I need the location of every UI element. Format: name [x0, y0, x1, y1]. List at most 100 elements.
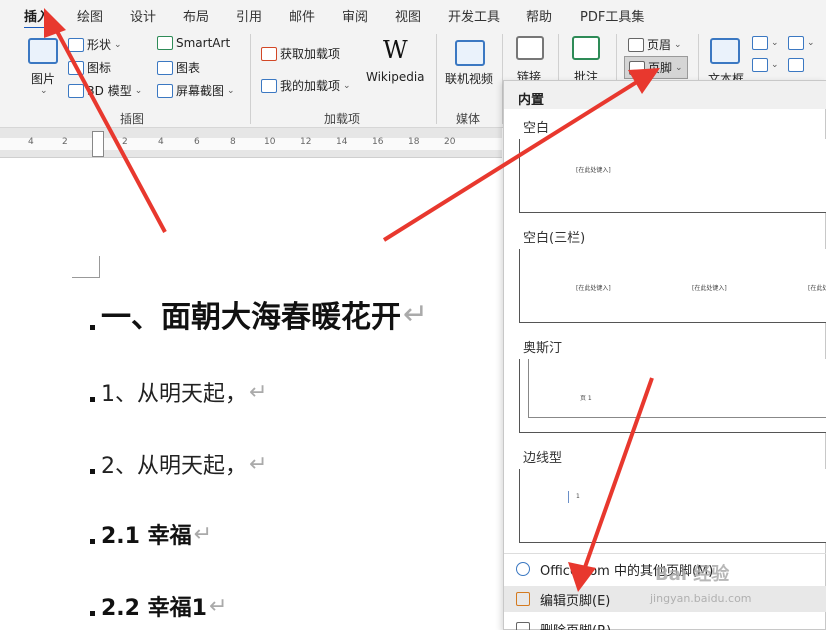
gallery-section-title: 内置	[518, 93, 545, 108]
ruler-number: 4	[158, 137, 164, 147]
chevron-down-icon: ⌄	[771, 60, 779, 70]
shapes-button[interactable]: 形状 ⌄	[68, 36, 122, 53]
tab-review[interactable]: 审阅	[342, 6, 368, 25]
footer-gallery-dropdown: 内置 空白 [在此处键入] 空白(三栏) [在此处键入] [在此处键入] [在此…	[503, 80, 826, 630]
shapes-label: 形状	[87, 38, 112, 52]
chevron-down-icon: ⌄	[807, 38, 815, 48]
ribbon-divider	[436, 34, 437, 124]
tab-mailings[interactable]: 邮件	[289, 6, 315, 25]
screenshot-label: 屏幕截图	[176, 84, 225, 98]
baidu-watermark: Bai 经验	[655, 564, 730, 585]
gallery-divider	[504, 553, 826, 554]
link-icon	[516, 36, 544, 60]
sideline-bar	[568, 491, 569, 503]
my-addins-label: 我的加载项	[280, 79, 341, 93]
horizontal-ruler[interactable]: 4 2 2 4 6 8 10 12 14 16 18 20	[0, 128, 502, 158]
heading-2-1[interactable]: 2.1 幸福 ↵	[90, 518, 212, 550]
tab-developer[interactable]: 开发工具	[448, 6, 500, 25]
icons-label: 图标	[87, 61, 112, 75]
tab-layout[interactable]: 布局	[183, 6, 209, 25]
ruler-number: 4	[28, 137, 34, 147]
group-label-illustrations: 插图	[120, 112, 145, 126]
picture-icon	[28, 38, 58, 64]
edit-footer-label: 编辑页脚(E)	[540, 593, 611, 609]
return-mark-icon: ↵	[249, 451, 268, 477]
online-video-label: 联机视频	[445, 72, 494, 86]
style-label-blank: 空白	[523, 121, 550, 136]
tab-references[interactable]: 引用	[236, 6, 262, 25]
heading-2-2[interactable]: 2.2 幸福1 ↵	[90, 590, 227, 622]
return-mark-icon: ↵	[403, 296, 429, 332]
chevron-down-icon: ⌄	[674, 39, 682, 50]
paragraph-2-text: 2、从明天起，	[101, 454, 247, 479]
paragraph-mark-icon	[90, 397, 95, 402]
footer-icon	[629, 60, 645, 75]
austin-bottom-line	[528, 417, 826, 418]
tab-view[interactable]: 视图	[395, 6, 421, 25]
paragraph-mark-icon	[90, 469, 95, 474]
document-page[interactable]: 一、面朝大海春暖花开 ↵ 1、从明天起， ↵ 2、从明天起， ↵ 2.1 幸福 …	[0, 158, 502, 630]
ruler-number: 12	[300, 137, 312, 147]
wikipedia-icon: W	[383, 36, 408, 64]
return-mark-icon: ↵	[208, 593, 228, 619]
screenshot-icon	[157, 83, 173, 98]
picture-button[interactable]: 图片	[31, 70, 55, 87]
ruler-number: 2	[122, 137, 128, 147]
picture-label: 图片	[31, 72, 56, 86]
heading-1-text: 一、面朝大海春暖花开	[101, 300, 401, 335]
screenshot-button[interactable]: 屏幕截图 ⌄	[157, 82, 235, 99]
footer-style-blank[interactable]: [在此处键入]	[519, 139, 826, 213]
heading-2-1-text: 2.1 幸福	[101, 524, 192, 549]
ribbon-divider	[250, 34, 251, 124]
tab-insert[interactable]: 插入	[24, 6, 51, 30]
wikipedia-button[interactable]: Wikipedia	[366, 70, 425, 84]
thumb-placeholder: [在此处键入]	[576, 167, 611, 174]
menu-bar: 插入 绘图 设计 布局 引用 邮件 审阅 视图 开发工具 帮助 PDF工具集	[0, 0, 826, 30]
date-time-button[interactable]	[788, 58, 804, 72]
tab-pdf-tools[interactable]: PDF工具集	[580, 6, 644, 25]
ruler-number: 2	[62, 137, 68, 147]
ruler-number: 14	[336, 137, 348, 147]
icons-button[interactable]: 图标	[68, 59, 111, 76]
signature-button[interactable]: ⌄	[788, 36, 815, 50]
footer-button[interactable]: 页脚 ⌄	[624, 56, 688, 79]
model3d-button[interactable]: 3D 模型 ⌄	[68, 82, 142, 99]
thumb-placeholder: [在此处键入]	[808, 285, 826, 292]
tab-design[interactable]: 设计	[130, 6, 156, 25]
heading-1[interactable]: 一、面朝大海春暖花开 ↵	[90, 292, 428, 336]
ruler-number: 16	[372, 137, 384, 147]
calendar-icon	[788, 58, 804, 72]
comment-icon	[572, 36, 600, 60]
paragraph-1[interactable]: 1、从明天起， ↵	[90, 376, 267, 408]
get-addins-button[interactable]: 获取加载项	[261, 45, 340, 62]
icons-icon	[68, 60, 84, 75]
footer-style-blank-three-column[interactable]: [在此处键入] [在此处键入] [在此处键入]	[519, 249, 826, 323]
paragraph-mark-icon	[90, 539, 95, 544]
quick-parts-button[interactable]: ⌄	[752, 36, 779, 50]
style-label-austin: 奥斯汀	[523, 341, 563, 356]
indent-marker-icon[interactable]	[92, 131, 104, 157]
tab-help[interactable]: 帮助	[526, 6, 552, 25]
remove-footer-icon	[516, 622, 530, 630]
header-button[interactable]: 页眉 ⌄	[628, 36, 682, 53]
footer-style-sideline[interactable]: 1	[519, 469, 826, 543]
chevron-down-icon: ⌄	[114, 39, 122, 50]
paragraph-mark-icon	[90, 611, 95, 616]
ruler-number: 8	[230, 137, 236, 147]
footer-style-austin[interactable]: 页 1	[519, 359, 826, 433]
wordart-button[interactable]: ⌄	[752, 58, 779, 72]
tab-draw[interactable]: 绘图	[77, 6, 103, 25]
chart-button[interactable]: 图表	[157, 59, 200, 76]
style-label-blank-three: 空白(三栏)	[523, 231, 586, 246]
footer-label: 页脚	[648, 61, 673, 75]
paragraph-mark-icon	[90, 325, 95, 330]
thumb-placeholder: [在此处键入]	[576, 285, 611, 292]
my-addins-button[interactable]: 我的加载项 ⌄	[261, 77, 351, 94]
remove-footer-menu-item[interactable]: 删除页脚(R)	[504, 616, 826, 630]
model3d-label: 3D 模型	[87, 84, 132, 98]
smartart-button[interactable]: SmartArt	[157, 36, 230, 50]
online-video-button[interactable]: 联机视频	[445, 70, 493, 87]
shapes-icon	[68, 37, 84, 52]
paragraph-2[interactable]: 2、从明天起， ↵	[90, 448, 267, 480]
cube-icon	[68, 83, 84, 98]
